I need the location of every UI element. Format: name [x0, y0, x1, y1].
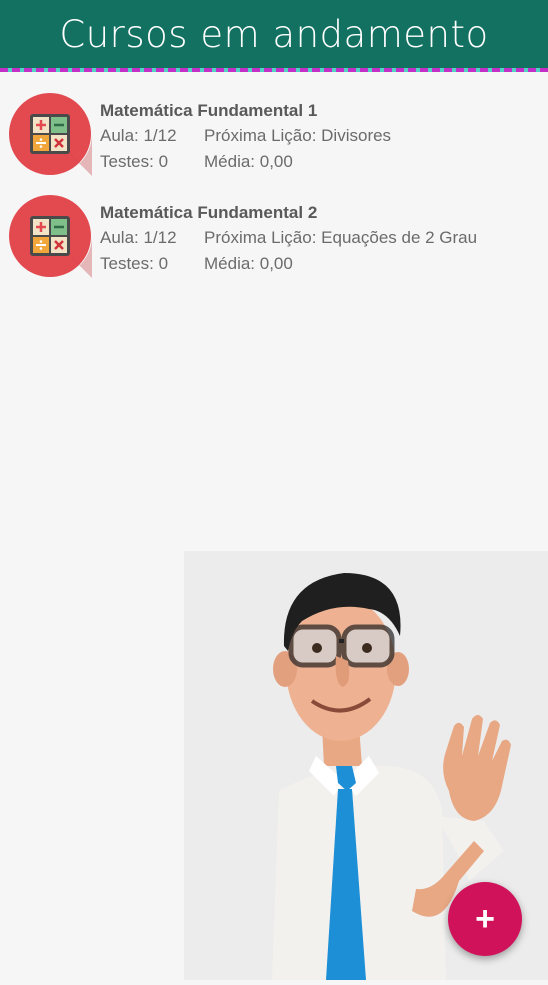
lesson-progress: Aula: 1/12	[100, 228, 177, 247]
page-title: Cursos em andamento	[59, 12, 489, 56]
app-header: Cursos em andamento	[0, 0, 548, 68]
course-info: Matemática Fundamental 1 Aula: 1/12 Próx…	[100, 99, 391, 175]
add-course-button[interactable]: +	[448, 882, 522, 956]
course-title: Matemática Fundamental 1	[100, 101, 318, 120]
tests-count: Testes: 0	[100, 254, 169, 273]
tests-count: Testes: 0	[100, 152, 169, 171]
course-title: Matemática Fundamental 2	[100, 203, 318, 222]
lesson-progress: Aula: 1/12	[100, 126, 177, 145]
average-score: Média: 0,00	[204, 254, 293, 273]
course-info: Matemática Fundamental 2 Aula: 1/12 Próx…	[100, 201, 477, 277]
calculator-icon	[8, 194, 92, 278]
next-lesson: Próxima Lição: Divisores	[204, 126, 392, 145]
plus-icon: +	[475, 899, 495, 938]
course-item[interactable]: Matemática Fundamental 2 Aula: 1/12 Próx…	[8, 194, 538, 278]
calculator-icon	[8, 92, 92, 176]
course-item[interactable]: Matemática Fundamental 1 Aula: 1/12 Próx…	[8, 92, 538, 176]
next-lesson: Próxima Lição: Equações de 2 Grau	[204, 228, 478, 247]
header-divider	[0, 68, 548, 72]
average-score: Média: 0,00	[204, 152, 293, 171]
